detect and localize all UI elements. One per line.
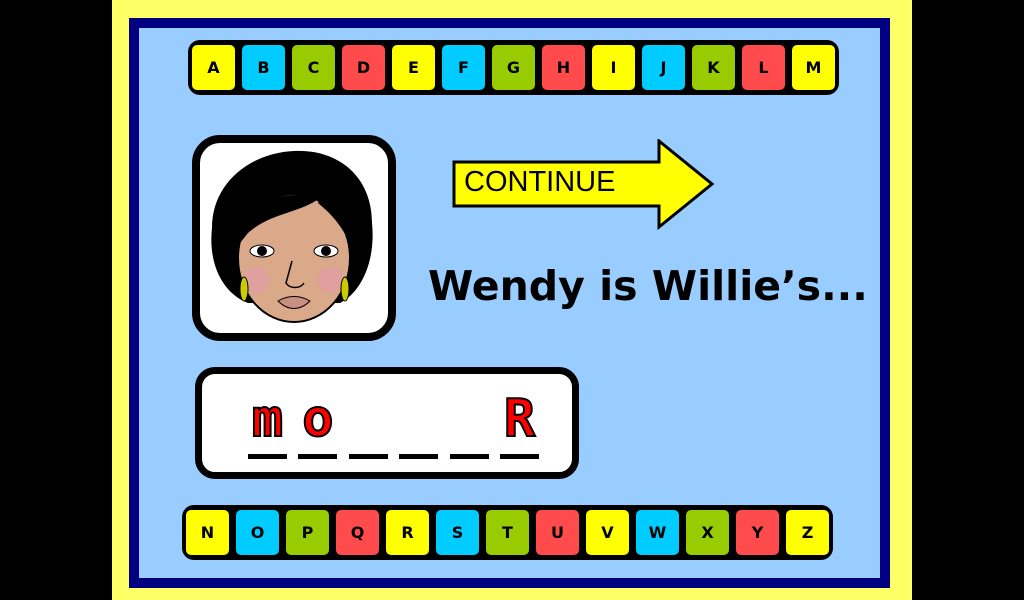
answer-letter: o <box>301 389 334 449</box>
letter-key-l[interactable]: L <box>742 45 785 90</box>
continue-label: CONTINUE <box>464 166 616 198</box>
answer-box: mo R <box>195 367 579 479</box>
letter-key-x[interactable]: X <box>686 510 729 555</box>
answer-slot: R <box>500 389 539 459</box>
answer-slot <box>399 389 439 459</box>
letter-underline <box>298 454 338 459</box>
letter-underline <box>348 454 388 459</box>
letter-key-a[interactable]: A <box>192 45 235 90</box>
letter-key-z[interactable]: Z <box>786 510 829 555</box>
letter-key-r[interactable]: R <box>386 510 429 555</box>
letter-key-d[interactable]: D <box>342 45 385 90</box>
letter-key-w[interactable]: W <box>636 510 679 555</box>
letter-underline <box>399 454 439 459</box>
answer-slot: m <box>248 389 287 459</box>
letter-key-n[interactable]: N <box>186 510 229 555</box>
letter-key-i[interactable]: I <box>592 45 635 90</box>
letter-key-p[interactable]: P <box>286 510 329 555</box>
letter-keys-top: ABCDEFGHIJKLM <box>188 40 839 95</box>
letter-key-b[interactable]: B <box>242 45 285 90</box>
letter-key-k[interactable]: K <box>692 45 735 90</box>
answer-letter: m <box>251 389 284 449</box>
answer-slot <box>348 389 388 459</box>
letter-key-y[interactable]: Y <box>736 510 779 555</box>
letter-key-q[interactable]: Q <box>336 510 379 555</box>
letter-key-t[interactable]: T <box>486 510 529 555</box>
continue-button[interactable]: CONTINUE <box>452 137 716 235</box>
letter-key-e[interactable]: E <box>392 45 435 90</box>
letter-keys-bottom: NOPQRSTUVWXYZ <box>182 505 833 560</box>
letter-key-s[interactable]: S <box>436 510 479 555</box>
letter-key-c[interactable]: C <box>292 45 335 90</box>
letter-key-f[interactable]: F <box>442 45 485 90</box>
letter-key-h[interactable]: H <box>542 45 585 90</box>
question-prompt: Wendy is Willie’s... <box>428 262 868 310</box>
letter-key-v[interactable]: V <box>586 510 629 555</box>
letter-key-j[interactable]: J <box>642 45 685 90</box>
letter-key-o[interactable]: O <box>236 510 279 555</box>
answer-letter: R <box>503 389 536 449</box>
answer-slot <box>449 389 489 459</box>
letter-key-g[interactable]: G <box>492 45 535 90</box>
letter-underline <box>500 454 539 459</box>
letter-key-u[interactable]: U <box>536 510 579 555</box>
letter-key-m[interactable]: M <box>792 45 835 90</box>
answer-slot: o <box>298 389 338 459</box>
woman-face-icon <box>211 150 373 323</box>
letter-underline <box>248 454 287 459</box>
letter-underline <box>449 454 489 459</box>
wendy-picture <box>192 135 396 341</box>
